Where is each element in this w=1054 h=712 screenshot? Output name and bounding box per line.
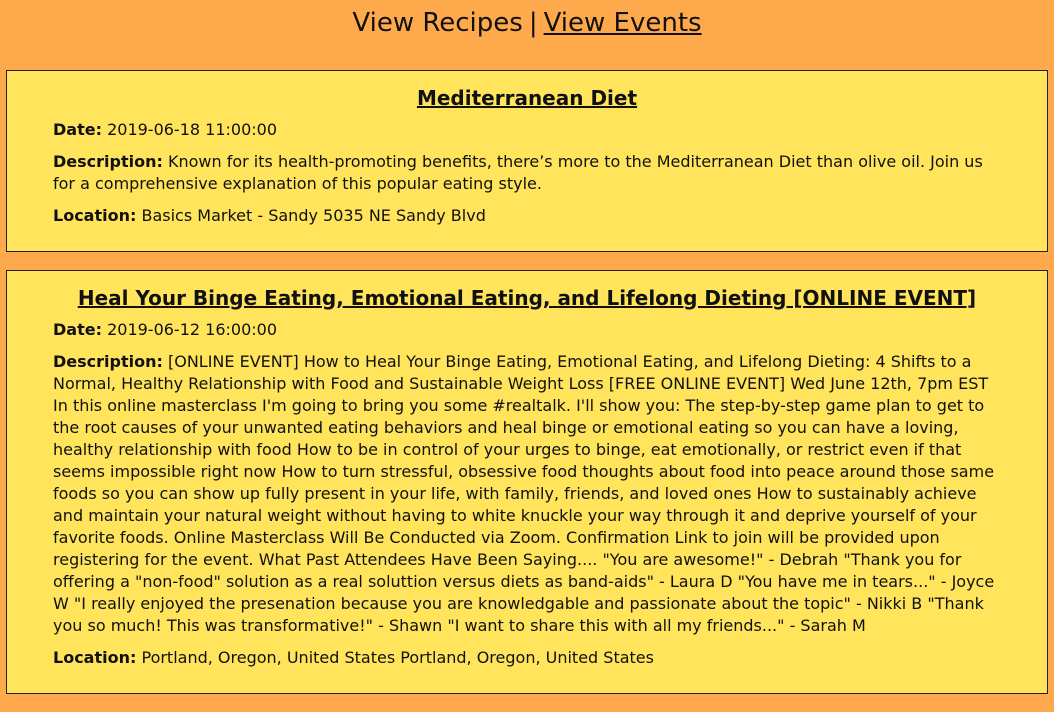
location-label: Location:	[53, 648, 137, 667]
date-value: 2019-06-12 16:00:00	[107, 320, 278, 339]
event-location: Location: Basics Market - Sandy 5035 NE …	[53, 205, 1001, 227]
event-date: Date: 2019-06-12 16:00:00	[53, 319, 1001, 341]
description-label: Description:	[53, 152, 163, 171]
event-card: Heal Your Binge Eating, Emotional Eating…	[6, 270, 1048, 694]
date-label: Date:	[53, 320, 102, 339]
event-card: Mediterranean Diet Date: 2019-06-18 11:0…	[6, 70, 1048, 252]
event-title-link[interactable]: Mediterranean Diet	[417, 86, 637, 110]
event-location: Location: Portland, Oregon, United State…	[53, 647, 1001, 669]
event-title: Mediterranean Diet	[53, 83, 1001, 113]
description-label: Description:	[53, 352, 163, 371]
view-events-link[interactable]: View Events	[544, 8, 702, 38]
event-description: Description: [ONLINE EVENT] How to Heal …	[53, 351, 1001, 637]
location-value: Portland, Oregon, United States Portland…	[141, 648, 654, 667]
event-description: Description: Known for its health-promot…	[53, 151, 1001, 195]
description-value: Known for its health-promoting benefits,…	[53, 152, 983, 193]
event-title: Heal Your Binge Eating, Emotional Eating…	[53, 283, 1001, 313]
top-nav: View Recipes | View Events	[0, 0, 1054, 46]
date-label: Date:	[53, 120, 102, 139]
nav-separator: |	[528, 8, 538, 38]
location-value: Basics Market - Sandy 5035 NE Sandy Blvd	[141, 206, 486, 225]
location-label: Location:	[53, 206, 137, 225]
event-title-link[interactable]: Heal Your Binge Eating, Emotional Eating…	[78, 286, 976, 310]
events-list: Mediterranean Diet Date: 2019-06-18 11:0…	[0, 46, 1054, 694]
date-value: 2019-06-18 11:00:00	[107, 120, 278, 139]
event-date: Date: 2019-06-18 11:00:00	[53, 119, 1001, 141]
description-value: [ONLINE EVENT] How to Heal Your Binge Ea…	[53, 352, 995, 635]
view-recipes-link[interactable]: View Recipes	[352, 8, 522, 38]
